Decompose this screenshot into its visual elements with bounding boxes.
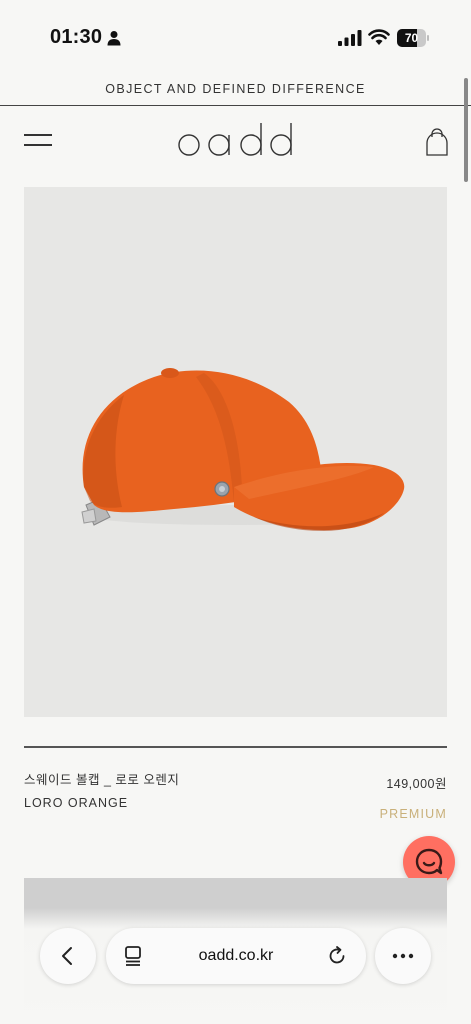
address-bar[interactable]: oadd.co.kr: [106, 928, 366, 984]
cap-illustration: [81, 368, 405, 531]
reload-icon[interactable]: [326, 945, 348, 967]
product-price: 149,000원: [386, 777, 447, 791]
product-name-english[interactable]: LORO ORANGE: [24, 796, 128, 810]
scrollbar-thumb[interactable]: [464, 78, 468, 182]
battery-icon: 70: [397, 29, 429, 47]
product-image[interactable]: [24, 187, 447, 717]
back-button[interactable]: [40, 928, 96, 984]
signal-icon: [338, 30, 362, 46]
banner-text: OBJECT AND DEFINED DIFFERENCE: [105, 82, 366, 96]
more-icon: [392, 953, 414, 959]
shopping-bag-icon[interactable]: [425, 126, 449, 156]
top-banner: OBJECT AND DEFINED DIFFERENCE: [0, 78, 471, 106]
site-header: oadd: [0, 106, 471, 176]
back-icon: [62, 947, 72, 965]
chat-icon: [415, 848, 443, 875]
more-button[interactable]: [375, 928, 431, 984]
status-bar: 01:30 70: [0, 0, 471, 70]
status-time: 01:30: [50, 26, 103, 48]
person-icon: [107, 31, 121, 46]
logo[interactable]: oadd: [176, 120, 296, 160]
battery-percentage: 70: [404, 31, 419, 45]
product-name[interactable]: 스웨이드 볼캡 _ 로로 오렌지: [24, 769, 179, 788]
wifi-icon: [368, 29, 390, 45]
menu-icon[interactable]: [24, 134, 52, 148]
premium-badge: PREMIUM: [379, 807, 447, 821]
product-divider: [24, 746, 447, 748]
